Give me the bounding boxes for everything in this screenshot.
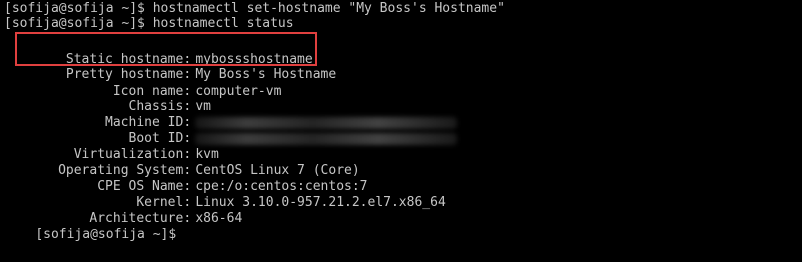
architecture-value: x86-64: [195, 211, 243, 226]
command-line-hostnamectl-status: [sofija@sofija ~]$ hostnamectl status: [4, 16, 294, 31]
shell-prompt[interactable]: [sofija@sofija ~]$: [4, 208, 184, 242]
hostname-highlight-box: [15, 32, 317, 66]
boot-id-redacted: [195, 132, 458, 145]
terminal-window[interactable]: [sofija@sofija ~]$ hostnamectl set-hostn…: [0, 0, 802, 242]
